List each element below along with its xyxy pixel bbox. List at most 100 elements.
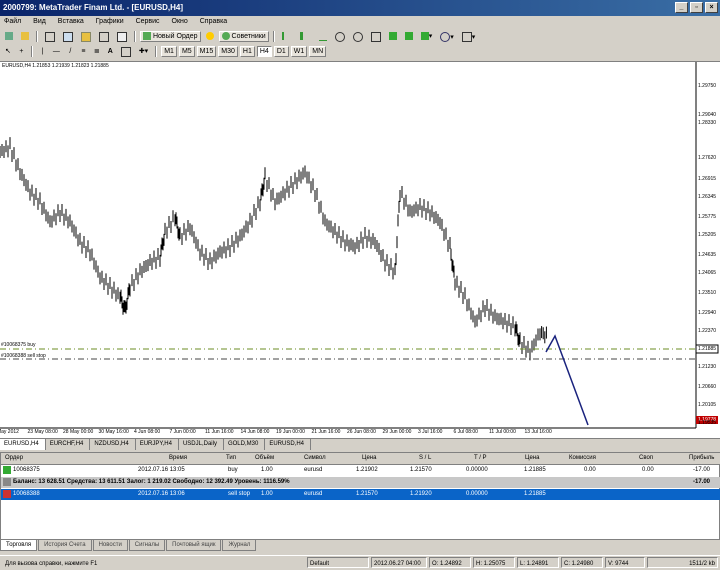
minimize-button[interactable]: _ [675, 2, 688, 13]
label-button[interactable] [118, 46, 134, 57]
price-chart[interactable] [0, 62, 720, 439]
autoscroll-icon [388, 31, 397, 40]
col-volume[interactable]: Объём [255, 453, 274, 464]
channel-button[interactable]: ≡ [78, 46, 89, 57]
data-window-button[interactable] [60, 31, 76, 42]
tab-eurusd-h4[interactable]: EURUSD,H4 [0, 439, 46, 450]
templates-button[interactable]: ▾ [459, 31, 479, 42]
tab-journal[interactable]: Журнал [222, 540, 257, 551]
tab-signals[interactable]: Сигналы [128, 540, 166, 551]
timeframe-m30[interactable]: M30 [218, 45, 238, 57]
new-order-label: Новый Ордер [152, 32, 198, 40]
col-current-price[interactable]: Цена [525, 453, 539, 464]
timeframe-mn[interactable]: MN [309, 45, 327, 57]
col-order[interactable]: Ордер [5, 453, 23, 464]
time-axis-label: 29 Jun 00:00 [382, 429, 412, 435]
candle-chart-button[interactable] [297, 31, 314, 42]
timeframe-m1[interactable]: M1 [161, 45, 177, 57]
col-time[interactable]: Время [169, 453, 187, 464]
horizontal-line-button[interactable]: — [50, 46, 63, 57]
pending-order-price: 1.21570 [356, 491, 378, 497]
tab-eurusd-h4-2[interactable]: EURUSD,H4 [265, 439, 311, 450]
timeframe-d1[interactable]: D1 [273, 45, 289, 57]
crosshair-button[interactable]: + [16, 46, 27, 57]
cursor-button[interactable]: ↖ [2, 46, 14, 57]
indicators-button[interactable]: ▾ [418, 31, 436, 42]
menu-window[interactable]: Окно [172, 18, 188, 25]
line-chart-button[interactable] [316, 31, 330, 42]
order-row[interactable]: 10068375 2012.07.16 13:05 buy 1.00 eurus… [1, 465, 720, 476]
tab-gold-m30[interactable]: GOLD,M30 [224, 439, 266, 450]
col-sl[interactable]: S / L [419, 453, 431, 464]
tab-news[interactable]: Новости [92, 540, 128, 551]
tab-mailbox[interactable]: Почтовый ящик [166, 540, 222, 551]
menu-tools[interactable]: Сервис [136, 18, 160, 25]
autoscroll-button[interactable] [386, 31, 400, 42]
maximize-button[interactable]: ▫ [690, 2, 703, 13]
col-price[interactable]: Цена [362, 453, 376, 464]
market-watch-button[interactable] [42, 31, 58, 42]
new-order-button[interactable]: Новый Ордер [140, 30, 201, 42]
zoom-in-button[interactable] [332, 31, 348, 42]
profiles-button[interactable] [18, 31, 32, 42]
fibonacci-button[interactable]: ≣ [91, 46, 103, 57]
tab-eurchf-h4[interactable]: EURCHF,H4 [46, 439, 91, 450]
chart-shift-icon [404, 31, 413, 40]
tab-nzdusd-h4[interactable]: NZDUSD,H4 [90, 439, 136, 450]
col-profit[interactable]: Прибыль [689, 453, 714, 464]
menu-bar: Файл Вид Вставка Графики Сервис Окно Спр… [0, 16, 720, 28]
tab-eurjpy-h4[interactable]: EURJPY,H4 [136, 439, 179, 450]
trendline-button[interactable]: / [65, 46, 76, 57]
col-tp[interactable]: T / P [474, 453, 487, 464]
balance-row: Баланс: 13 628.51 Средства: 13 611.51 За… [1, 477, 720, 488]
strategy-tester-button[interactable] [114, 31, 130, 42]
col-swap[interactable]: Своп [639, 453, 653, 464]
order-sl: 1.21570 [410, 467, 432, 473]
terminal-button[interactable] [96, 31, 112, 42]
time-axis-label: 28 May 00:00 [63, 429, 94, 435]
tab-account-history[interactable]: История Счета [38, 540, 92, 551]
time-axis-label: 26 Jun 08:00 [347, 429, 376, 435]
menu-charts[interactable]: Графики [96, 18, 124, 25]
status-bar-time: 2012.06.27 04:00 [371, 557, 427, 568]
pending-order-row[interactable]: 10068388 2012.07.16 13:06 sell stop 1.00… [1, 489, 720, 500]
menu-help[interactable]: Справка [200, 18, 227, 25]
menu-view[interactable]: Вид [33, 18, 46, 25]
clock-icon [440, 31, 451, 42]
periods-button[interactable]: ▾ [437, 31, 457, 42]
navigator-button[interactable] [78, 31, 94, 42]
status-help: Для вызова справки, нажмите F1 [5, 561, 98, 567]
menu-file[interactable]: Файл [4, 18, 21, 25]
tab-trade[interactable]: Торговля [0, 540, 38, 551]
vertical-line-button[interactable]: | [37, 46, 48, 57]
col-commission[interactable]: Комиссия [569, 453, 596, 464]
chart-window[interactable]: EURUSD,H4 1.21853 1.21939 1.21823 1.2188… [0, 61, 720, 438]
col-symbol[interactable]: Символ [304, 453, 326, 464]
arrows-button[interactable]: ✚▾ [136, 46, 151, 57]
price-axis-label: 1.22370 [698, 328, 717, 334]
chart-shift-button[interactable] [402, 31, 416, 42]
timeframe-w1[interactable]: W1 [290, 45, 308, 57]
text-button[interactable]: A [105, 46, 116, 57]
bar-chart-button[interactable] [279, 31, 295, 42]
timeframe-h1[interactable]: H1 [239, 45, 255, 57]
status-close: C: 1.24980 [561, 557, 603, 568]
price-axis-label: 1.23510 [698, 290, 717, 296]
timeframe-m5[interactable]: M5 [178, 45, 195, 57]
zoom-out-button[interactable] [350, 31, 366, 42]
folder-icon [21, 31, 29, 40]
close-button[interactable]: × [705, 2, 718, 13]
tile-windows-button[interactable] [368, 31, 384, 42]
col-type[interactable]: Тип [226, 453, 236, 464]
tab-usdjl-daily[interactable]: USDJL,Daily [179, 439, 224, 450]
price-axis-label: 1.19535 [698, 420, 717, 426]
menu-insert[interactable]: Вставка [58, 18, 84, 25]
pending-order-current-price: 1.21885 [524, 491, 546, 497]
experts-button[interactable]: Советники [218, 30, 269, 42]
order-symbol: eurusd [304, 467, 323, 473]
new-chart-button[interactable] [2, 31, 16, 42]
timeframe-h4[interactable]: H4 [256, 45, 272, 57]
metaeditor-button[interactable] [203, 31, 217, 42]
zoom-out-icon [352, 31, 363, 42]
timeframe-m15[interactable]: M15 [196, 45, 217, 57]
